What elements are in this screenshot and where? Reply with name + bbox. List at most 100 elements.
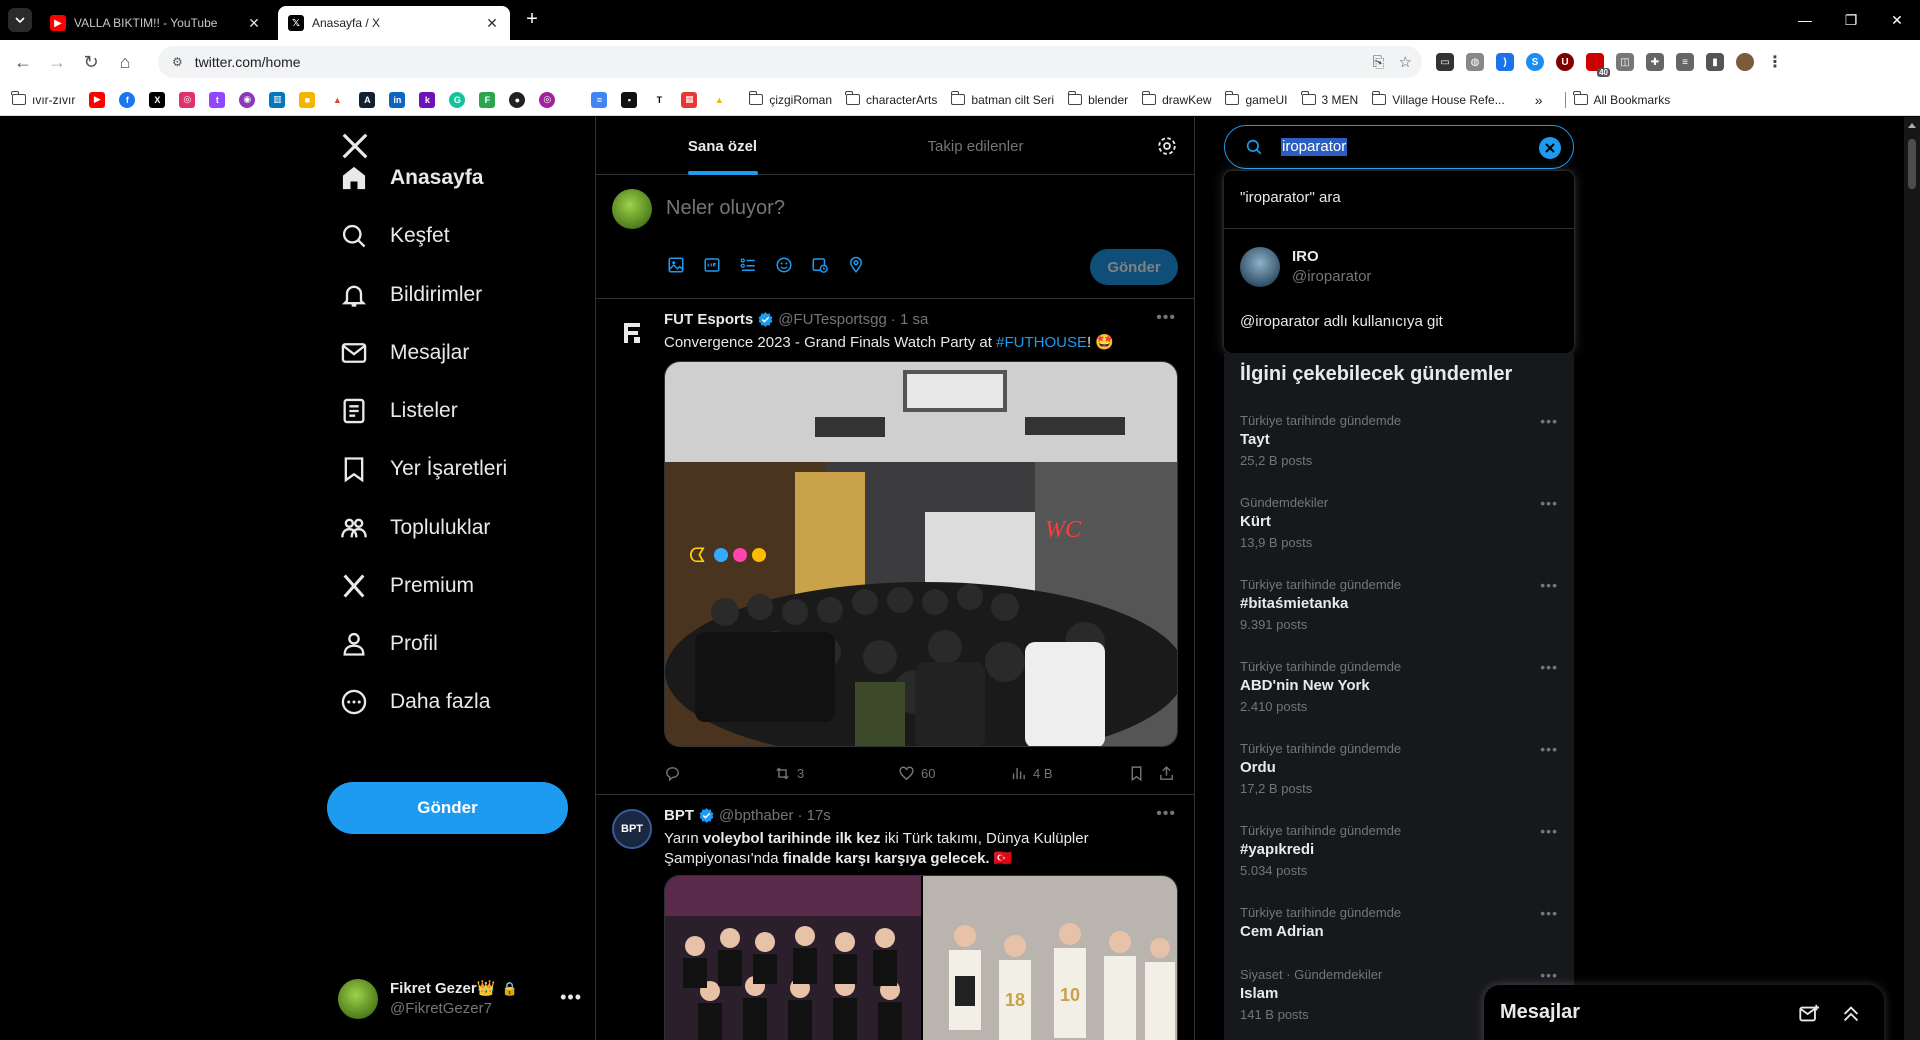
bookmark-folder[interactable]: drawKew bbox=[1141, 91, 1211, 107]
post-button[interactable]: Gönder bbox=[327, 782, 568, 834]
globe-extension-icon[interactable]: ◍ bbox=[1466, 53, 1484, 71]
kebab-menu-icon[interactable]: ⋮ bbox=[1766, 53, 1784, 71]
reply-button[interactable] bbox=[664, 765, 774, 782]
sidebar-item-communities[interactable]: Topluluklar bbox=[340, 503, 490, 553]
new-tab-button[interactable]: + bbox=[520, 8, 544, 32]
close-icon[interactable]: ✕ bbox=[246, 15, 262, 32]
expand-chevron-up-icon[interactable] bbox=[1840, 1003, 1862, 1025]
compose-post-button[interactable]: Gönder bbox=[1090, 249, 1178, 285]
shazam-extension-icon[interactable]: S bbox=[1526, 53, 1544, 71]
bookmark-folder[interactable]: ıvır-zıvır bbox=[11, 91, 75, 107]
like-button[interactable]: 60 bbox=[898, 765, 1010, 782]
bookmark-docs[interactable]: ≡ bbox=[591, 91, 608, 108]
messages-drawer[interactable]: Mesajlar bbox=[1484, 985, 1884, 1040]
bookmark-x[interactable]: X bbox=[149, 91, 166, 108]
restore-icon[interactable]: ❐ bbox=[1828, 0, 1874, 40]
wifi-extension-icon[interactable]: ) bbox=[1496, 53, 1514, 71]
bookmark-dark[interactable]: ● bbox=[509, 91, 526, 108]
search-for-query-option[interactable]: "iroparator" ara bbox=[1240, 189, 1341, 206]
gear-icon[interactable] bbox=[1156, 135, 1178, 157]
bookmark-grammarly[interactable]: G bbox=[449, 91, 466, 108]
tweet-author-name[interactable]: BPT bbox=[664, 807, 694, 824]
tweet-author-handle[interactable]: @FUTesportsgg bbox=[778, 311, 887, 328]
tweet-time[interactable]: · 17s bbox=[797, 807, 830, 824]
tweet-time[interactable]: · 1 sa bbox=[891, 311, 929, 328]
tweet-author-handle[interactable]: @bpthaber bbox=[719, 807, 793, 824]
sidebar-item-notifications[interactable]: Bildirimler bbox=[340, 270, 482, 320]
search-input[interactable]: iroparator bbox=[1224, 125, 1574, 169]
user-suggestion[interactable]: IRO @iroparator bbox=[1240, 247, 1371, 287]
tab-x-home[interactable]: 𝕏 Anasayfa / X ✕ bbox=[278, 6, 510, 40]
tweet-author-name[interactable]: FUT Esports bbox=[664, 311, 753, 328]
bookmark-dark-app[interactable]: ▪ bbox=[621, 91, 638, 108]
schedule-icon[interactable] bbox=[810, 255, 830, 275]
bookmark-folder[interactable]: gameUI bbox=[1224, 91, 1288, 107]
sidebar-item-profile[interactable]: Profil bbox=[340, 619, 438, 669]
sidebar-item-explore[interactable]: Keşfet bbox=[340, 211, 450, 261]
star-icon[interactable]: ☆ bbox=[1399, 53, 1412, 71]
sidebar-item-premium[interactable]: Premium bbox=[340, 561, 474, 611]
bookmark-trello[interactable]: ▥ bbox=[269, 91, 286, 108]
more-dots-icon[interactable]: ••• bbox=[1540, 823, 1558, 839]
account-switcher[interactable]: Fikret Gezer👑 🔒 @FikretGezer7 ••• bbox=[338, 969, 581, 1029]
tweet-photo[interactable]: WC ᗧ bbox=[664, 361, 1178, 747]
reload-icon[interactable]: ↻ bbox=[76, 47, 106, 77]
image-icon[interactable] bbox=[666, 255, 686, 275]
minimize-icon[interactable]: — bbox=[1782, 0, 1828, 40]
bookmark-folder[interactable]: 3 MEN bbox=[1300, 91, 1358, 107]
install-app-icon[interactable]: ⎘ bbox=[1373, 54, 1385, 71]
trend-item[interactable]: Türkiye tarihinde gündemde Ordu 17,2 B p… bbox=[1240, 741, 1558, 823]
more-dots-icon[interactable]: ••• bbox=[1540, 495, 1558, 511]
back-icon[interactable]: ← bbox=[8, 47, 38, 77]
sidebar-item-home[interactable]: Anasayfa bbox=[340, 153, 483, 203]
bookmark-artstation[interactable]: ▲ bbox=[329, 91, 346, 108]
views-button[interactable]: 4 B bbox=[1010, 765, 1128, 782]
trend-item[interactable]: Türkiye tarihinde gündemde #yapıkredi 5.… bbox=[1240, 823, 1558, 905]
bookmark-app[interactable]: A bbox=[359, 91, 376, 108]
bookmark-youtube[interactable]: ▶ bbox=[89, 91, 106, 108]
bookmark-green[interactable]: F bbox=[479, 91, 496, 108]
bookmark-folder-all[interactable]: All Bookmarks bbox=[1572, 91, 1670, 107]
bookmark-linkedin[interactable]: in bbox=[389, 91, 406, 108]
bookmark-button[interactable] bbox=[1128, 765, 1158, 782]
bookmark-twitch[interactable]: t bbox=[209, 91, 226, 108]
tab-search-button[interactable] bbox=[8, 8, 32, 32]
sidebar-item-more[interactable]: Daha fazla bbox=[340, 677, 490, 727]
bookmark-k[interactable]: k bbox=[419, 91, 436, 108]
trend-item[interactable]: Türkiye tarihinde gündemde Tayt 25,2 B p… bbox=[1240, 413, 1558, 495]
retweet-button[interactable]: 3 bbox=[774, 765, 898, 782]
more-dots-icon[interactable]: ••• bbox=[560, 987, 582, 1008]
clear-search-button[interactable] bbox=[1539, 137, 1561, 159]
address-bar[interactable]: ⚙ twitter.com/home ⎘ ☆ bbox=[158, 46, 1422, 78]
trend-item[interactable]: Türkiye tarihinde gündemde #bitaśmietank… bbox=[1240, 577, 1558, 659]
puzzle-icon[interactable]: ✚ bbox=[1646, 53, 1664, 71]
forward-icon[interactable]: → bbox=[42, 47, 72, 77]
ublock-extension-icon[interactable]: U bbox=[1556, 53, 1574, 71]
close-icon[interactable]: ✕ bbox=[484, 15, 500, 32]
avatar[interactable] bbox=[1736, 53, 1754, 71]
bookmark-folder[interactable]: characterArts bbox=[845, 91, 937, 107]
bookmark-purple[interactable]: ◎ bbox=[539, 91, 556, 108]
emoji-icon[interactable] bbox=[774, 255, 794, 275]
share-button[interactable] bbox=[1158, 765, 1178, 782]
go-to-user-option[interactable]: @iroparator adlı kullanıcıya git bbox=[1240, 313, 1443, 330]
reading-list-icon[interactable]: ≡ bbox=[1676, 53, 1694, 71]
trend-item[interactable]: Türkiye tarihinde gündemde Cem Adrian ••… bbox=[1240, 905, 1558, 967]
trend-item[interactable]: Türkiye tarihinde gündemde ABD'nin New Y… bbox=[1240, 659, 1558, 741]
side-panel-icon[interactable]: ▮ bbox=[1706, 53, 1724, 71]
tweet-photo[interactable]: 18 10 bbox=[664, 875, 1178, 1040]
pip-extension-icon[interactable]: ▭ bbox=[1436, 53, 1454, 71]
bookmark-folder[interactable]: batman cilt Seri bbox=[950, 91, 1054, 107]
close-window-icon[interactable]: ✕ bbox=[1874, 0, 1920, 40]
bookmark-folder[interactable]: Village House Refe... bbox=[1371, 91, 1505, 107]
bookmark-drive[interactable]: ▲ bbox=[711, 91, 728, 108]
poll-icon[interactable] bbox=[738, 255, 758, 275]
more-dots-icon[interactable]: ••• bbox=[1540, 413, 1558, 429]
more-dots-icon[interactable]: ••• bbox=[1156, 805, 1176, 823]
scroll-up-arrow-icon[interactable] bbox=[1908, 123, 1916, 128]
tab-following[interactable]: Takip edilenler bbox=[849, 117, 1102, 175]
tweet[interactable]: FUT Esports @FUTesportsgg · 1 sa ••• Con… bbox=[596, 299, 1194, 795]
compose-input[interactable]: Neler oluyor? bbox=[666, 197, 785, 220]
bookmark-facebook[interactable]: f bbox=[119, 91, 136, 108]
more-dots-icon[interactable]: ••• bbox=[1540, 967, 1558, 983]
